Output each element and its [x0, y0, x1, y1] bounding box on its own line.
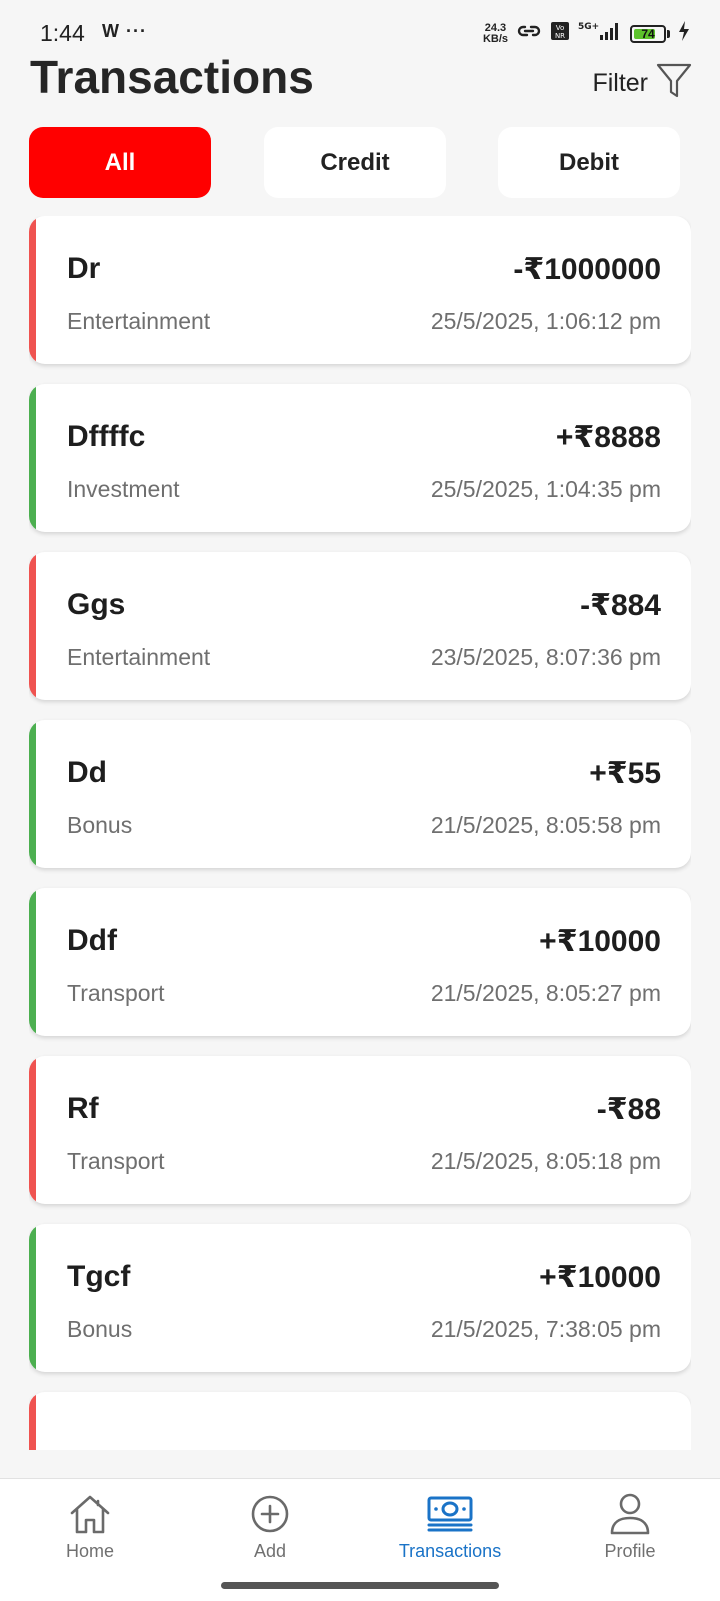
transaction-amount: +₹8888 [555, 421, 661, 454]
tab-credit[interactable]: Credit [264, 127, 446, 198]
nav-profile[interactable]: Profile [540, 1479, 720, 1579]
transaction-title: Ddf [67, 924, 117, 957]
home-indicator[interactable] [221, 1582, 499, 1589]
transaction-card[interactable]: Tgcf +₹10000 Bonus 21/5/2025, 7:38:05 pm [29, 1224, 691, 1372]
transaction-amount: +₹55 [589, 757, 661, 790]
signal-5g-icon: 5G+ [578, 20, 622, 47]
transaction-category: Entertainment [67, 308, 211, 334]
user-icon [609, 1491, 651, 1537]
transaction-amount: -₹884 [580, 589, 661, 622]
home-icon [67, 1491, 113, 1537]
transaction-title: Tgcf [67, 1260, 131, 1293]
transaction-amount: -₹88 [596, 1093, 661, 1126]
transaction-card[interactable]: Ddf +₹10000 Transport 21/5/2025, 8:05:27… [29, 888, 691, 1036]
nav-home[interactable]: Home [0, 1479, 180, 1579]
transaction-timestamp: 21/5/2025, 8:05:58 pm [430, 812, 661, 838]
transaction-list[interactable]: Dr -₹1000000 Entertainment 25/5/2025, 1:… [29, 216, 691, 1450]
transaction-timestamp: 23/5/2025, 8:07:36 pm [430, 644, 661, 670]
svg-text:Vo: Vo [556, 24, 565, 32]
transaction-card-partial[interactable] [29, 1392, 691, 1450]
filter-label: Filter [592, 69, 648, 97]
transaction-title: Dr [67, 252, 101, 285]
filter-button[interactable]: Filter [592, 62, 692, 105]
nav-transactions[interactable]: Transactions [360, 1479, 540, 1579]
transaction-category: Bonus [67, 812, 133, 838]
transaction-type-stripe [29, 888, 36, 1036]
transaction-timestamp: 21/5/2025, 7:38:05 pm [430, 1316, 661, 1342]
transaction-type-stripe [29, 384, 36, 532]
status-right-cluster: 24.3 KB/s Vo NR 5G+ 74 [483, 20, 690, 47]
svg-text:NR: NR [555, 32, 565, 40]
transaction-type-stripe [29, 552, 36, 700]
transaction-category: Entertainment [67, 644, 211, 670]
transaction-amount: +₹10000 [539, 925, 661, 958]
transaction-category: Transport [67, 1148, 165, 1174]
transaction-type-stripe [29, 720, 36, 868]
nav-home-label: Home [65, 1541, 114, 1561]
network-speed: 24.3 KB/s [482, 21, 508, 45]
transaction-amount: +₹10000 [539, 1261, 661, 1294]
transaction-timestamp: 21/5/2025, 8:05:27 pm [430, 980, 661, 1006]
battery-level: 74 [641, 26, 655, 41]
transaction-card[interactable]: Dd +₹55 Bonus 21/5/2025, 8:05:58 pm [29, 720, 691, 868]
filter-tabs: All Credit Debit [29, 127, 691, 198]
nav-add[interactable]: Add [180, 1479, 360, 1579]
add-circle-icon [249, 1491, 291, 1537]
transaction-title: Dd [67, 756, 107, 789]
transaction-timestamp: 25/5/2025, 1:06:12 pm [430, 308, 661, 334]
nav-add-label: Add [253, 1541, 287, 1561]
tab-debit[interactable]: Debit [498, 127, 680, 198]
page-title: Transactions [30, 51, 314, 103]
nav-transactions-label: Transactions [398, 1541, 502, 1561]
status-time: 1:44 [40, 20, 85, 46]
transaction-type-stripe [29, 1056, 36, 1204]
charging-icon [678, 21, 690, 46]
transaction-type-stripe [29, 1224, 36, 1372]
transaction-category: Bonus [67, 1316, 133, 1342]
transaction-title: Ggs [67, 588, 126, 621]
transaction-amount: -₹1000000 [513, 253, 661, 286]
transaction-card[interactable]: Rf -₹88 Transport 21/5/2025, 8:05:18 pm [29, 1056, 691, 1204]
network-speed-value: 24.3 [484, 21, 507, 34]
nav-profile-label: Profile [604, 1541, 656, 1561]
banknote-icon [426, 1491, 474, 1537]
tab-all[interactable]: All [29, 127, 211, 198]
funnel-icon [656, 62, 692, 105]
status-notification-icons: W ··· [102, 21, 147, 41]
link-icon [516, 21, 542, 46]
battery-icon: 74 [630, 24, 670, 43]
network-speed-unit: KB/s [482, 32, 508, 45]
transaction-card[interactable]: Ggs -₹884 Entertainment 23/5/2025, 8:07:… [29, 552, 691, 700]
transaction-type-stripe [29, 1392, 36, 1450]
transaction-title: Rf [67, 1092, 99, 1125]
transaction-timestamp: 21/5/2025, 8:05:18 pm [430, 1148, 661, 1174]
network-type: 5G+ [578, 22, 599, 32]
transaction-category: Transport [67, 980, 165, 1006]
volte-icon: Vo NR [550, 21, 570, 46]
transaction-timestamp: 25/5/2025, 1:04:35 pm [430, 476, 661, 502]
transaction-type-stripe [29, 216, 36, 364]
transaction-category: Investment [67, 476, 180, 502]
transaction-title: Dffffc [67, 420, 146, 453]
transaction-card[interactable]: Dr -₹1000000 Entertainment 25/5/2025, 1:… [29, 216, 691, 364]
transaction-card[interactable]: Dffffc +₹8888 Investment 25/5/2025, 1:04… [29, 384, 691, 532]
